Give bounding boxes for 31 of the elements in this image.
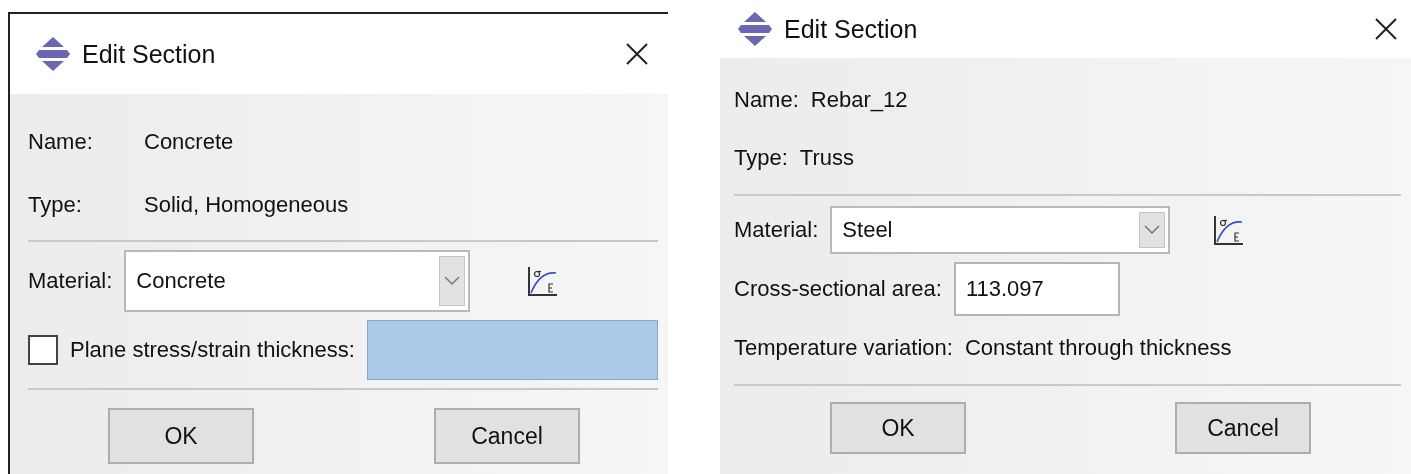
thickness-field[interactable] [366, 320, 658, 380]
field-value: Concrete [144, 128, 234, 155]
field-label: Type: [28, 191, 83, 218]
checkbox-label: Plane stress/strain thickness: [70, 337, 355, 363]
cancel-button[interactable]: Cancel [434, 408, 580, 464]
area-input-field[interactable]: 113.097 [953, 262, 1120, 316]
cancel-button[interactable]: Cancel [1175, 402, 1311, 454]
ok-button[interactable]: OK [830, 402, 966, 454]
field-label: Type: [734, 145, 788, 171]
ok-button[interactable]: OK [108, 408, 254, 464]
field-label: Temperature variation: [734, 335, 953, 361]
window-title: Edit Section [784, 14, 919, 44]
chevron-down-icon [1144, 225, 1161, 235]
field-value: Solid, Homogeneous [144, 191, 349, 218]
checkbox[interactable] [28, 335, 58, 365]
section-icon [736, 10, 774, 48]
close-icon[interactable] [1375, 18, 1397, 40]
material-dropdown[interactable]: Concrete [124, 250, 471, 312]
field-value: Truss [799, 145, 854, 171]
field-label: Name: [28, 128, 94, 155]
field-label: Material: [28, 268, 113, 294]
field-label: Cross-sectional area: [734, 276, 942, 302]
field-label: Material: [734, 217, 819, 243]
material-dropdown[interactable]: Steel [830, 206, 1171, 254]
window-title: Edit Section [82, 39, 217, 69]
chevron-down-icon [444, 276, 461, 286]
field-value: Constant through thickness [964, 335, 1232, 361]
section-icon [34, 35, 72, 73]
field-label: Name: [734, 87, 799, 113]
field-value: Rebar_12 [810, 87, 908, 113]
close-icon[interactable] [626, 43, 648, 65]
